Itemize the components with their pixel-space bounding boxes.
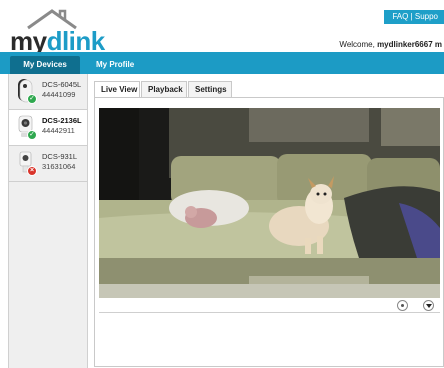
device-item-dcs-6045l[interactable]: ✓ DCS-6045L 44441099: [9, 74, 87, 110]
mydlink-page: mydlink FAQ | Suppo Welcome, mydlinker66…: [0, 0, 444, 368]
tab-settings[interactable]: Settings: [188, 81, 232, 98]
dropdown-arrow-icon[interactable]: [423, 300, 434, 311]
tab-live-view[interactable]: Live View: [94, 81, 140, 98]
device-list: ✓ DCS-6045L 44441099 ✓ DCS-2136L 4444291…: [8, 74, 88, 368]
device-name: DCS-2136L: [42, 116, 82, 125]
device-content: Live View Playback Settings: [88, 74, 444, 368]
faq-support-links[interactable]: FAQ | Suppo: [384, 10, 444, 24]
device-item-dcs-931l[interactable]: × DCS-931L 31631064: [9, 146, 87, 182]
online-status-icon: ✓: [27, 94, 37, 104]
offline-status-icon: ×: [27, 166, 37, 176]
device-name: DCS-6045L: [42, 80, 82, 89]
device-name: DCS-931L: [42, 152, 78, 161]
nav-tab-my-devices[interactable]: My Devices: [10, 56, 80, 74]
welcome-prefix: Welcome,: [339, 40, 378, 49]
device-id: 44442911: [42, 126, 75, 135]
top-links-text[interactable]: FAQ | Suppo: [392, 12, 438, 21]
main-nav: My Devices My Profile: [0, 52, 444, 74]
online-status-icon: ✓: [27, 130, 37, 140]
welcome-message: Welcome, mydlinker6667 m: [339, 40, 442, 49]
live-video-feed[interactable]: [99, 108, 440, 298]
device-id: 31631064: [42, 162, 76, 171]
nav-tab-my-profile[interactable]: My Profile: [84, 56, 146, 74]
device-id: 44441099: [42, 90, 76, 99]
record-dot-icon[interactable]: [397, 300, 408, 311]
tab-playback[interactable]: Playback: [141, 81, 187, 98]
header: mydlink FAQ | Suppo Welcome, mydlinker66…: [0, 0, 444, 56]
device-item-dcs-2136l[interactable]: ✓ DCS-2136L 44442911: [9, 110, 87, 146]
live-view-panel: [94, 97, 444, 367]
mydlink-logo[interactable]: mydlink: [10, 8, 130, 56]
welcome-username: mydlinker6667 m: [377, 40, 442, 49]
video-controls: [99, 298, 440, 313]
camera-scene: [99, 108, 440, 298]
